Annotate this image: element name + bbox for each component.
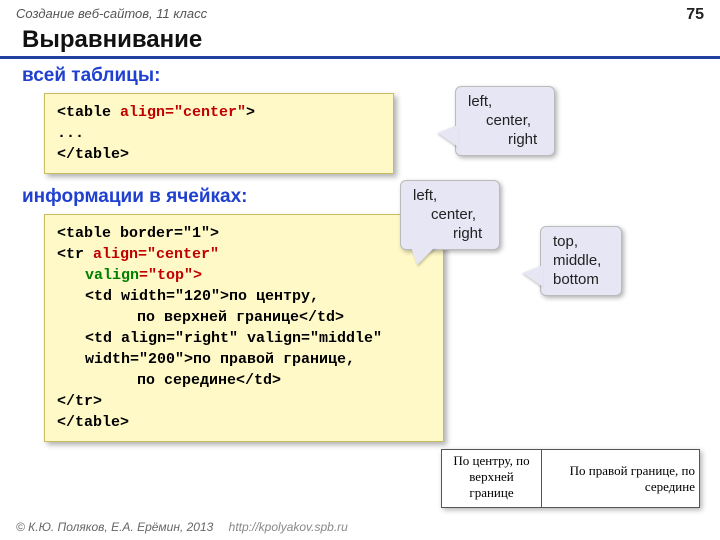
footer-url: http://kpolyakov.spb.ru bbox=[229, 520, 348, 534]
code-text: ... bbox=[57, 123, 381, 144]
section1-label: всей таблицы: bbox=[0, 65, 720, 87]
callout-text: right bbox=[468, 131, 542, 150]
code-text: по верхней границе</td> bbox=[137, 307, 431, 328]
code-text: </table> bbox=[57, 412, 431, 433]
course-label: Создание веб-сайтов, 11 класс bbox=[16, 6, 207, 24]
copyright: © К.Ю. Поляков, Е.А. Ерёмин, 2013 bbox=[16, 520, 213, 534]
code-highlight: align="center" bbox=[93, 246, 219, 263]
example-table: По центру, по верхней границе По правой … bbox=[441, 449, 700, 508]
section2-label: информации в ячейках: bbox=[0, 186, 720, 208]
callout-text: center, bbox=[413, 206, 487, 225]
callout-text: bottom bbox=[553, 271, 609, 290]
code-text: > bbox=[246, 104, 255, 121]
code-block-cell-align: <table border="1"> <tr align="center" va… bbox=[44, 214, 444, 442]
code-block-table-align: <table align="center"> ... </table> bbox=[44, 93, 394, 174]
callout-text: middle, bbox=[553, 252, 609, 271]
code-text: <table border="1"> bbox=[57, 223, 431, 244]
table-row: По центру, по верхней границе По правой … bbox=[442, 450, 700, 508]
footer: © К.Ю. Поляков, Е.А. Ерёмин, 2013 http:/… bbox=[16, 520, 348, 534]
callout-tail bbox=[411, 247, 435, 265]
code-highlight: valign bbox=[85, 267, 139, 284]
code-text: <table bbox=[57, 104, 120, 121]
callout-text: right bbox=[413, 225, 487, 244]
code-text: по середине</td> bbox=[137, 370, 431, 391]
code-text: <td align="right" valign="middle" bbox=[85, 328, 431, 349]
page-title: Выравнивание bbox=[0, 24, 720, 59]
callout-align-values-2: left, center, right bbox=[400, 180, 500, 250]
callout-tail bbox=[523, 265, 543, 287]
callout-valign-values: top, middle, bottom bbox=[540, 226, 622, 296]
callout-text: left, bbox=[413, 187, 487, 206]
callout-align-values-1: left, center, right bbox=[455, 86, 555, 156]
code-text: </table> bbox=[57, 144, 381, 165]
callout-tail bbox=[438, 125, 458, 147]
code-highlight: ="top"> bbox=[139, 267, 202, 284]
code-text: </tr> bbox=[57, 391, 431, 412]
page-number: 75 bbox=[686, 6, 704, 24]
code-text: <tr bbox=[57, 246, 93, 263]
code-text: width="200">по правой границе, bbox=[85, 349, 431, 370]
example-cell-1: По центру, по верхней границе bbox=[442, 450, 542, 508]
callout-text: left, bbox=[468, 93, 542, 112]
header-bar: Создание веб-сайтов, 11 класс 75 bbox=[0, 0, 720, 24]
code-text: <td width="120">по центру, bbox=[85, 286, 431, 307]
callout-text: top, bbox=[553, 233, 609, 252]
example-cell-2: По правой границе, по середине bbox=[542, 450, 700, 508]
code-highlight: align="center" bbox=[120, 104, 246, 121]
callout-text: center, bbox=[468, 112, 542, 131]
